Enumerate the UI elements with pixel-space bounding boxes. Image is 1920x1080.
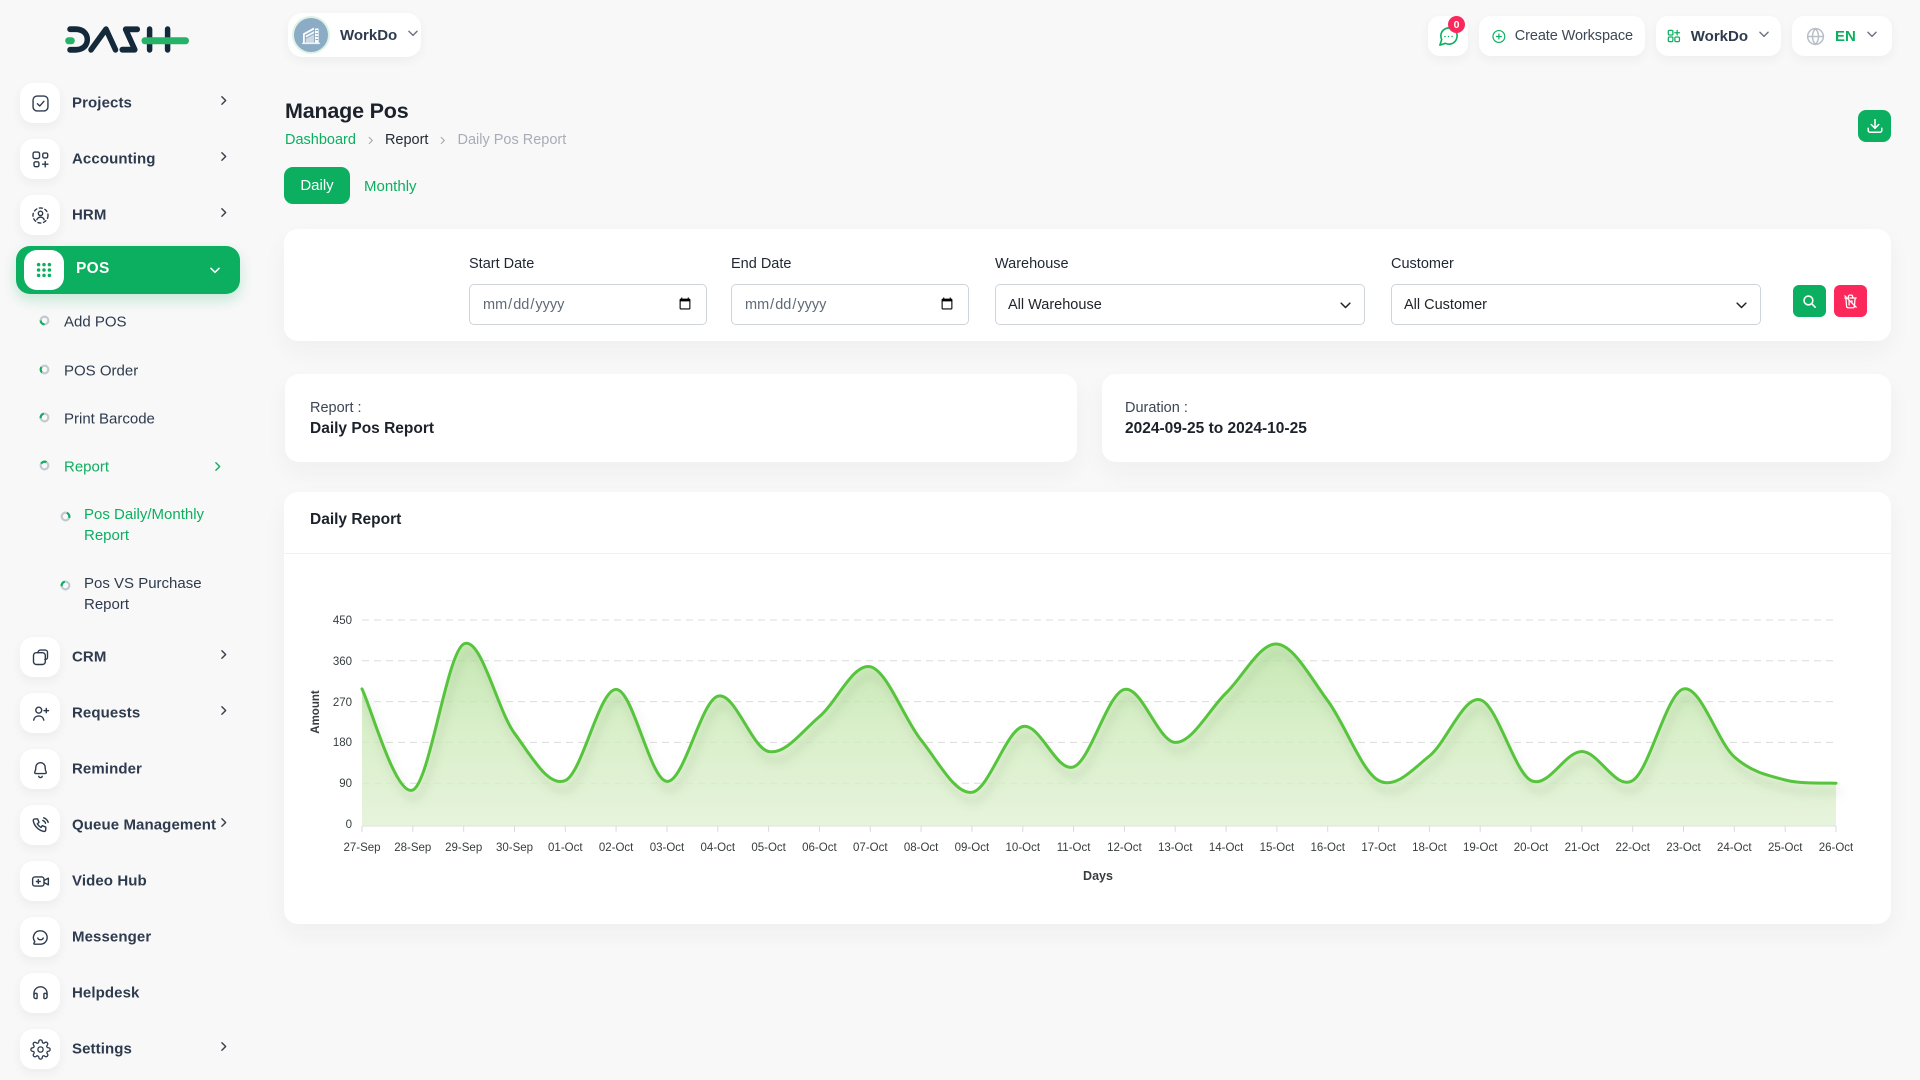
svg-text:450: 450 [333, 615, 352, 627]
svg-text:17-Oct: 17-Oct [1361, 842, 1396, 854]
svg-text:Days: Days [1083, 869, 1113, 883]
svg-text:90: 90 [339, 778, 352, 790]
svg-text:20-Oct: 20-Oct [1514, 842, 1549, 854]
svg-text:15-Oct: 15-Oct [1260, 842, 1295, 854]
svg-text:270: 270 [333, 697, 352, 709]
svg-text:01-Oct: 01-Oct [548, 842, 583, 854]
svg-text:12-Oct: 12-Oct [1107, 842, 1142, 854]
svg-text:11-Oct: 11-Oct [1057, 842, 1091, 854]
svg-text:19-Oct: 19-Oct [1463, 842, 1498, 854]
svg-text:23-Oct: 23-Oct [1666, 842, 1701, 854]
svg-text:180: 180 [333, 737, 352, 749]
svg-text:30-Sep: 30-Sep [496, 842, 533, 854]
svg-text:Amount: Amount [310, 690, 322, 734]
svg-text:29-Sep: 29-Sep [445, 842, 482, 854]
svg-text:27-Sep: 27-Sep [343, 842, 380, 854]
svg-text:02-Oct: 02-Oct [599, 842, 634, 854]
svg-text:05-Oct: 05-Oct [751, 842, 786, 854]
svg-text:360: 360 [333, 656, 352, 668]
svg-text:18-Oct: 18-Oct [1412, 842, 1447, 854]
svg-text:26-Oct: 26-Oct [1819, 842, 1854, 854]
svg-text:24-Oct: 24-Oct [1717, 842, 1752, 854]
svg-text:16-Oct: 16-Oct [1310, 842, 1345, 854]
svg-text:22-Oct: 22-Oct [1615, 842, 1650, 854]
svg-text:08-Oct: 08-Oct [904, 842, 939, 854]
svg-text:25-Oct: 25-Oct [1768, 842, 1803, 854]
svg-text:03-Oct: 03-Oct [650, 842, 685, 854]
svg-text:10-Oct: 10-Oct [1006, 842, 1041, 854]
svg-text:21-Oct: 21-Oct [1565, 842, 1600, 854]
svg-text:06-Oct: 06-Oct [802, 842, 837, 854]
svg-text:07-Oct: 07-Oct [853, 842, 888, 854]
svg-text:28-Sep: 28-Sep [394, 842, 431, 854]
svg-text:0: 0 [346, 819, 352, 831]
svg-text:09-Oct: 09-Oct [955, 842, 990, 854]
svg-text:13-Oct: 13-Oct [1158, 842, 1193, 854]
svg-text:04-Oct: 04-Oct [701, 842, 736, 854]
svg-text:14-Oct: 14-Oct [1209, 842, 1244, 854]
